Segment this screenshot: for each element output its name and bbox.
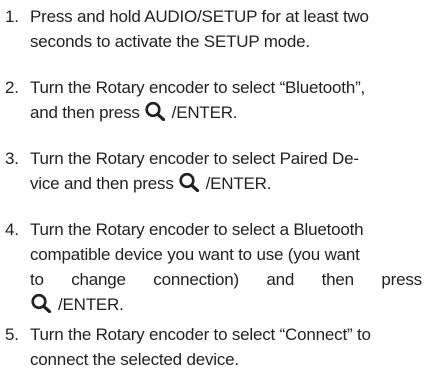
word: then xyxy=(321,270,354,289)
step-line-part: vice and then press xyxy=(30,174,174,193)
step-line-part: and then press xyxy=(30,103,140,122)
magnifier-icon xyxy=(144,101,166,121)
step-line: /ENTER. xyxy=(30,292,422,317)
word: press xyxy=(381,270,422,289)
step-line: Turn the Rotary encoder to select Paired… xyxy=(30,149,359,168)
step-line: vice and then press/ENTER. xyxy=(30,171,422,196)
step-line: compatible device you want to use (you w… xyxy=(30,245,360,264)
step-line: Turn the Rotary encoder to select a Blue… xyxy=(30,220,364,239)
step-line-part: /ENTER. xyxy=(58,295,124,314)
magnifier-icon xyxy=(30,293,52,313)
word: and xyxy=(266,270,295,289)
step-line: Press and hold AUDIO/SETUP for at least … xyxy=(30,7,369,26)
word: change xyxy=(71,270,126,289)
step-text: Turn the Rotary encoder to select “Bluet… xyxy=(30,75,422,125)
step-line: and then press/ENTER. xyxy=(30,100,422,125)
step-line-part: /ENTER. xyxy=(205,174,272,193)
word: connection) xyxy=(153,270,239,289)
step-line: seconds to activate the SETUP mode. xyxy=(30,32,310,51)
step-line-part: /ENTER. xyxy=(171,103,238,122)
step-text: Turn the Rotary encoder to select Paired… xyxy=(30,146,422,196)
step-number: 5. xyxy=(5,325,19,344)
word: to xyxy=(30,270,44,289)
step-text: Press and hold AUDIO/SETUP for at least … xyxy=(30,4,422,54)
step-number: 1. xyxy=(5,7,19,26)
step-text: Turn the Rotary encoder to select “Conne… xyxy=(30,322,422,372)
step-line: connect the selected device. xyxy=(30,350,239,369)
step-line: Turn the Rotary encoder to select “Conne… xyxy=(30,325,371,344)
step-line-justified: to change connection) and then press xyxy=(30,267,422,292)
step-number: 2. xyxy=(5,78,19,97)
step-number: 3. xyxy=(5,149,19,168)
magnifier-icon xyxy=(178,172,200,192)
step-line: Turn the Rotary encoder to select “Bluet… xyxy=(30,78,366,97)
step-number: 4. xyxy=(5,220,19,239)
step-text: Turn the Rotary encoder to select a Blue… xyxy=(30,217,422,317)
